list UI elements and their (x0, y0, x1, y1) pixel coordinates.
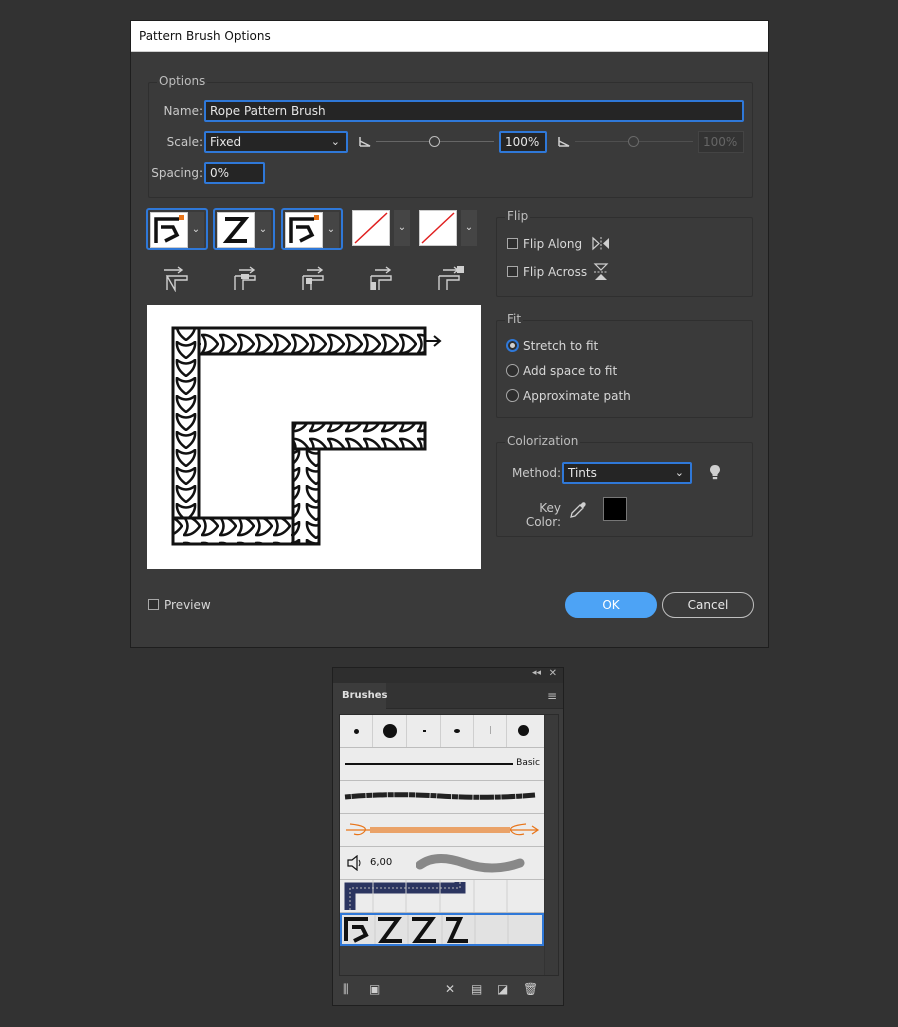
preview-checkbox[interactable] (148, 599, 159, 610)
basic-brush-row[interactable]: Basic (340, 748, 544, 781)
approximate-path-radio[interactable] (506, 389, 519, 402)
tile-end[interactable]: ⌄ (417, 208, 479, 250)
flip-across-icon (593, 263, 609, 280)
eyedropper-icon[interactable] (568, 500, 588, 520)
chevron-down-icon[interactable]: ⌄ (394, 210, 410, 246)
brush-list: Basic 6,00 (339, 714, 559, 976)
pressure-max-icon (558, 137, 570, 147)
scale-percent-field[interactable]: 100% (499, 131, 547, 153)
bristle-brush-row[interactable]: 6,00 (340, 847, 544, 880)
options-group-label: Options (157, 74, 208, 88)
side-tile-icon (234, 266, 256, 290)
scale-slider-knob[interactable] (429, 136, 440, 147)
tile-side[interactable]: ⌄ (213, 208, 275, 250)
brush-dot-thin[interactable] (474, 715, 507, 747)
spacing-field[interactable]: 0% (204, 162, 265, 184)
brush-dot-tiny[interactable] (408, 715, 441, 747)
fit-group-label: Fit (505, 312, 524, 326)
arrow-art-brush-row[interactable] (340, 814, 544, 847)
tile-start[interactable]: ⌄ (350, 208, 412, 250)
scale-max-slider-knob (628, 136, 639, 147)
collapse-icon[interactable]: ◂◂ (532, 668, 541, 678)
brush-dot-oval[interactable] (441, 715, 474, 747)
add-space-to-fit-label[interactable]: Add space to fit (523, 364, 617, 378)
charcoal-brush-row[interactable] (340, 781, 544, 814)
bristle-size-label: 6,00 (370, 857, 393, 868)
outer-corner-tile-thumb (150, 212, 188, 248)
flip-along-checkbox[interactable] (507, 238, 518, 249)
chevron-down-icon[interactable]: ⌄ (323, 212, 339, 248)
end-tile-none (419, 210, 457, 246)
blue-pattern-brush-row[interactable] (340, 880, 544, 913)
scale-max-percent-field: 100% (698, 131, 744, 153)
key-color-swatch[interactable] (603, 497, 627, 521)
flip-across-label[interactable]: Flip Across (523, 265, 587, 279)
outer-corner-tile-icon (164, 266, 188, 292)
inner-corner-tile-icon (302, 266, 324, 290)
stretch-to-fit-radio[interactable] (506, 339, 519, 352)
flip-group: Flip (496, 209, 753, 297)
dialog-title: Pattern Brush Options (131, 21, 768, 52)
scale-select-value: Fixed (210, 135, 242, 149)
brush-list-scrollbar[interactable] (544, 715, 558, 975)
ok-button[interactable]: OK (565, 592, 657, 618)
flip-group-label: Flip (505, 209, 531, 223)
scale-select[interactable]: Fixed ⌄ (204, 131, 348, 153)
pressure-min-icon (359, 137, 371, 147)
start-tile-none (352, 210, 390, 246)
brush-dot-small[interactable] (340, 715, 373, 747)
tile-inner-corner[interactable]: ⌄ (281, 208, 343, 250)
key-color-label: Key Color: (525, 501, 561, 529)
basic-brush-label: Basic (516, 758, 540, 768)
scale-label: Scale: (166, 135, 203, 149)
panel-header-bar: ◂◂ ✕ (333, 668, 563, 683)
chevron-down-icon: ⌄ (674, 466, 684, 479)
method-label: Method: (511, 466, 561, 480)
pattern-brush-options-dialog: Pattern Brush Options Options Name: Rope… (130, 20, 769, 648)
colorization-group-label: Colorization (505, 434, 581, 448)
brushes-panel: ◂◂ ✕ Brushes ≡ Basic 6,00 ⫼ ▣ ✕ ▤ ◪ 🗑 (332, 667, 564, 1006)
brush-dot-medium[interactable] (507, 715, 540, 747)
preview-label[interactable]: Preview (164, 598, 211, 612)
panel-menu-icon[interactable]: ≡ (547, 689, 557, 703)
new-brush-icon[interactable]: ◪ (497, 982, 508, 996)
rope-pattern-brush-row[interactable] (340, 913, 544, 946)
chevron-down-icon[interactable]: ⌄ (188, 212, 204, 248)
pattern-preview (147, 305, 481, 569)
tile-outer-corner[interactable]: ⌄ (146, 208, 208, 250)
method-select[interactable]: Tints ⌄ (562, 462, 692, 484)
add-space-to-fit-radio[interactable] (506, 364, 519, 377)
rope-path-preview (171, 326, 442, 546)
flip-across-checkbox[interactable] (507, 266, 518, 277)
approximate-path-label[interactable]: Approximate path (523, 389, 631, 403)
name-field[interactable]: Rope Pattern Brush (204, 100, 744, 122)
calligraphic-brushes-row (340, 715, 544, 748)
end-tile-icon (438, 266, 464, 290)
libraries-panel-icon[interactable]: ▣ (369, 982, 380, 996)
method-select-value: Tints (568, 466, 597, 480)
stretch-to-fit-label[interactable]: Stretch to fit (523, 339, 598, 353)
remove-brush-stroke-icon[interactable]: ✕ (445, 982, 455, 996)
options-of-selected-object-icon[interactable]: ▤ (471, 982, 482, 996)
close-icon[interactable]: ✕ (549, 668, 557, 679)
delete-brush-icon[interactable]: 🗑 (523, 982, 538, 996)
spacing-label: Spacing: (151, 166, 203, 180)
panel-tab-bar: Brushes ≡ (333, 683, 563, 709)
chevron-down-icon: ⌄ (330, 135, 340, 148)
name-label: Name: (163, 104, 203, 118)
lightbulb-icon[interactable] (709, 464, 721, 481)
brush-libraries-icon[interactable]: ⫼ (343, 982, 349, 997)
flip-along-label[interactable]: Flip Along (523, 237, 582, 251)
start-tile-icon (370, 266, 392, 290)
cancel-button[interactable]: Cancel (662, 592, 754, 618)
chevron-down-icon[interactable]: ⌄ (461, 210, 477, 246)
tab-brushes[interactable]: Brushes (333, 683, 387, 709)
panel-bottom-toolbar: ⫼ ▣ ✕ ▤ ◪ 🗑 (333, 977, 563, 1005)
inner-corner-tile-thumb (285, 212, 323, 248)
chevron-down-icon[interactable]: ⌄ (255, 212, 271, 248)
speaker-icon (347, 855, 361, 871)
brush-dot-large[interactable] (374, 715, 407, 747)
side-tile-thumb (217, 212, 255, 248)
flip-along-icon (592, 236, 609, 251)
